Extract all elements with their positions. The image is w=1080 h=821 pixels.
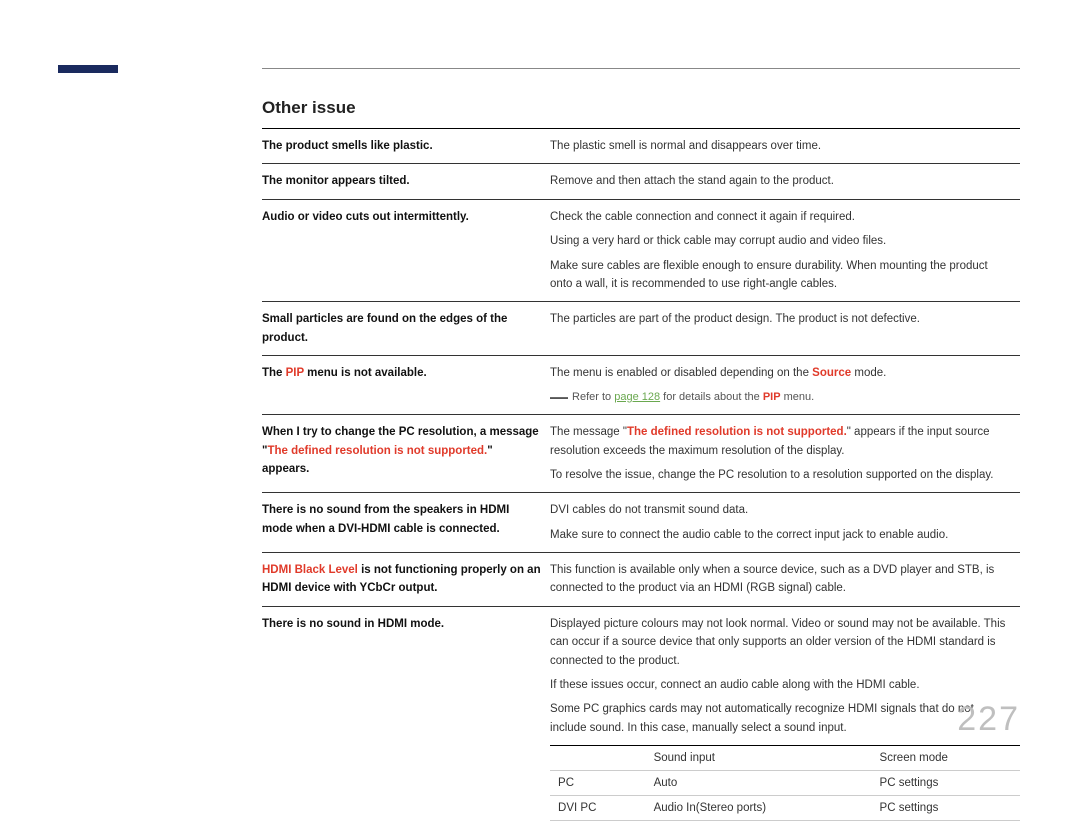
table-row: There is no sound in HDMI mode.Displayed… [262,606,1020,745]
solution-cell: Check the cable connection and connect i… [550,199,1020,302]
issue-cell: There is no sound in HDMI mode. [262,606,550,745]
sound-input-table: Sound inputScreen mode PCAutoPC settings D… [550,745,1020,821]
page-number: 227 [957,700,1020,739]
issue-cell: There is no sound from the speakers in H… [262,493,550,553]
solution-cell: The plastic smell is normal and disappea… [550,129,1020,164]
issue-cell: The product smells like plastic. [262,129,550,164]
page-content: Other issue The product smells like plas… [262,98,1020,821]
table-row: There is no sound from the speakers in H… [262,493,1020,553]
mini-header-cell: Screen mode [872,746,1020,771]
mini-cell: Auto [646,771,872,796]
solution-cell: The menu is enabled or disabled dependin… [550,356,1020,415]
issue-cell: Small particles are found on the edges o… [262,302,550,356]
solution-cell: The particles are part of the product de… [550,302,1020,356]
table-row: Audio or video cuts out intermittently.C… [262,199,1020,302]
table-row: Small particles are found on the edges o… [262,302,1020,356]
top-divider [262,68,1020,69]
issue-cell: HDMI Black Level is not functioning prop… [262,553,550,607]
solution-cell: Remove and then attach the stand again t… [550,164,1020,199]
solution-cell: Displayed picture colours may not look n… [550,606,1020,745]
accent-bar [58,65,118,73]
table-row: The PIP menu is not available.The menu i… [262,356,1020,415]
mini-cell: PC settings [872,796,1020,821]
page-link[interactable]: page 128 [614,391,660,403]
table-row: The monitor appears tilted.Remove and th… [262,164,1020,199]
issue-cell: The monitor appears tilted. [262,164,550,199]
solution-cell: This function is available only when a s… [550,553,1020,607]
mini-header-cell [550,746,646,771]
mini-header-cell: Sound input [646,746,872,771]
mini-cell: PC settings [872,771,1020,796]
solution-cell: The message "The defined resolution is n… [550,415,1020,493]
solution-cell: DVI cables do not transmit sound data.Ma… [550,493,1020,553]
mini-cell: DVI PC [550,796,646,821]
troubleshooting-table: The product smells like plastic.The plas… [262,128,1020,745]
section-heading: Other issue [262,98,1020,118]
mini-cell: PC [550,771,646,796]
table-row: The product smells like plastic.The plas… [262,129,1020,164]
issue-cell: When I try to change the PC resolution, … [262,415,550,493]
issue-cell: Audio or video cuts out intermittently. [262,199,550,302]
table-row: When I try to change the PC resolution, … [262,415,1020,493]
mini-cell: Audio In(Stereo ports) [646,796,872,821]
issue-cell: The PIP menu is not available. [262,356,550,415]
table-row: HDMI Black Level is not functioning prop… [262,553,1020,607]
